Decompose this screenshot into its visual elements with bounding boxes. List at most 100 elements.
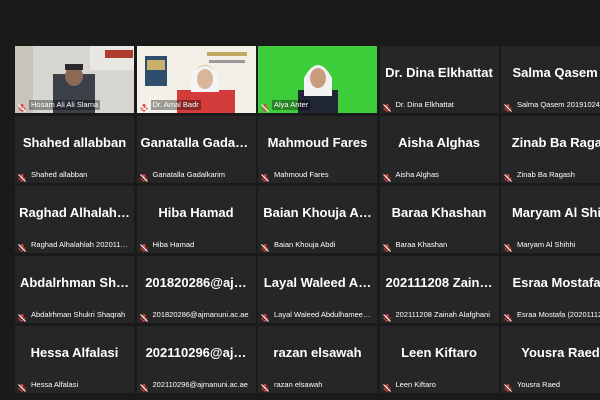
participant-tile[interactable]: Shahed allabban Shahed allabban <box>15 116 134 183</box>
participant-name: razan elsawah <box>273 345 362 360</box>
participant-tile[interactable]: Aisha Alghas Aisha Alghas <box>379 116 499 183</box>
muted-mic-icon <box>382 100 392 112</box>
participant-tile[interactable]: Dr. Amal BadrDr. Amal Badr <box>136 46 256 113</box>
muted-mic-icon <box>17 310 27 322</box>
participant-label: Raghad Alhalahlah 2020110… <box>31 240 132 249</box>
participant-footer: Dr. Amal Badr <box>139 99 254 112</box>
participant-tile[interactable]: razan elsawah razan elsawah <box>258 326 377 393</box>
participant-label: Baian Khouja Abdi <box>274 240 336 249</box>
participant-tile[interactable]: Yousra Raed Yousra Raed <box>501 326 600 393</box>
muted-mic-icon <box>17 240 27 252</box>
muted-mic-icon <box>260 380 270 392</box>
muted-mic-icon <box>503 380 513 392</box>
participant-footer: Leen Kiftaro <box>382 379 497 392</box>
participant-tile[interactable]: 202110296@aj… 202110296@ajmanuni.ac.ae <box>136 326 256 393</box>
muted-mic-icon <box>139 380 149 392</box>
participant-name: Abdalrhman Sh… <box>19 275 130 290</box>
participant-tile[interactable]: Leen Kiftaro Leen Kiftaro <box>379 326 499 393</box>
participant-label: Esraa Mostafa (20201112 <box>517 310 600 319</box>
participant-name: Maryam Al Shih <box>511 205 600 220</box>
participant-name: Salma Qasem 2 <box>512 65 600 80</box>
participant-footer: Ganatalla Gadalkarim <box>139 169 254 182</box>
participant-name: Baraa Khashan <box>391 205 487 220</box>
muted-mic-icon <box>260 100 270 112</box>
participant-tile[interactable]: 202111208 Zain… 202111208 Zainah Alafghan… <box>379 256 499 323</box>
participant-label: Ganatalla Gadalkarim <box>152 170 226 179</box>
participant-footer: Baraa Khashan <box>382 239 497 252</box>
muted-mic-icon <box>260 170 270 182</box>
participant-name: Aisha Alghas <box>398 135 480 150</box>
participant-tile[interactable]: Salma Qasem 2 Salma Qasem 201910243 <box>501 46 600 113</box>
participant-name: Leen Kiftaro <box>401 345 477 360</box>
muted-mic-icon <box>260 240 270 252</box>
participant-label: Aisha Alghas <box>395 170 439 179</box>
participant-footer: 202111208 Zainah Alafghani <box>382 309 497 322</box>
participant-footer: Salma Qasem 201910243 <box>503 99 600 112</box>
participant-tile[interactable]: Raghad Alhalah… Raghad Alhalahlah 2020110… <box>15 186 134 253</box>
participant-footer: Hosam Ali Ali Slama <box>17 99 132 112</box>
muted-mic-icon <box>139 170 149 182</box>
participant-tile[interactable]: Abdalrhman Sh… Abdalrhman Shukri Shaqrah <box>15 256 134 323</box>
participant-tile[interactable]: Alya AnterAlya Anter <box>258 46 377 113</box>
participant-tile[interactable]: 201820286@aj… 201820286@ajmanuni.ac.ae <box>136 256 256 323</box>
participant-label: 202110296@ajmanuni.ac.ae <box>152 380 248 389</box>
participant-label: 202111208 Zainah Alafghani <box>395 310 490 319</box>
participant-tile[interactable]: Baraa Khashan Baraa Khashan <box>379 186 499 253</box>
muted-mic-icon <box>17 380 27 392</box>
participant-label: Salma Qasem 201910243 <box>517 100 600 109</box>
muted-mic-icon <box>382 170 392 182</box>
participant-tile[interactable]: Hiba Hamad Hiba Hamad <box>136 186 256 253</box>
participant-name: Yousra Raed <box>521 345 600 360</box>
participant-tile[interactable]: Baian Khouja A… Baian Khouja Abdi <box>258 186 377 253</box>
participant-footer: Layal Waleed Abdulhameed … <box>260 309 375 322</box>
participant-footer: Hiba Hamad <box>139 239 254 252</box>
muted-mic-icon <box>260 310 270 322</box>
participant-footer: Yousra Raed <box>503 379 600 392</box>
participant-name: Zinab Ba Ragas <box>511 135 600 150</box>
participant-footer: Maryam Al Shihhi <box>503 239 600 252</box>
participant-label: Zinab Ba Ragash <box>517 170 575 179</box>
muted-mic-icon <box>382 240 392 252</box>
participant-tile[interactable]: Zinab Ba Ragas Zinab Ba Ragash <box>501 116 600 183</box>
participant-name: Baian Khouja A… <box>263 205 372 220</box>
participant-tile[interactable]: Ganatalla Gadal… Ganatalla Gadalkarim <box>136 116 256 183</box>
muted-mic-icon <box>503 310 513 322</box>
participant-footer: Abdalrhman Shukri Shaqrah <box>17 309 132 322</box>
participant-name: Dr. Dina Elkhattat <box>385 65 493 80</box>
muted-mic-icon <box>17 170 27 182</box>
muted-mic-icon <box>503 170 513 182</box>
muted-mic-icon <box>17 100 27 112</box>
participant-footer: Esraa Mostafa (20201112 <box>503 309 600 322</box>
participant-label: Dr. Dina Elkhattat <box>395 100 454 109</box>
participant-footer: razan elsawah <box>260 379 375 392</box>
participant-name: 202110296@aj… <box>145 345 247 360</box>
participant-label: 201820286@ajmanuni.ac.ae <box>152 310 249 319</box>
participant-tile[interactable]: Dr. Dina Elkhattat Dr. Dina Elkhattat <box>379 46 499 113</box>
participant-label: Hiba Hamad <box>152 240 195 249</box>
participant-tile[interactable]: Maryam Al Shih Maryam Al Shihhi <box>501 186 600 253</box>
participant-tile[interactable]: Mahmoud Fares Mahmoud Fares <box>258 116 377 183</box>
participant-tile[interactable]: Hessa Alfalasi Hessa Alfalasi <box>15 326 134 393</box>
participant-label: Layal Waleed Abdulhameed … <box>274 310 375 319</box>
participant-tile[interactable]: Layal Waleed A… Layal Waleed Abdulhameed … <box>258 256 377 323</box>
participant-footer: Mahmoud Fares <box>260 169 375 182</box>
participant-label: Shahed allabban <box>31 170 88 179</box>
participant-footer: Raghad Alhalahlah 2020110… <box>17 239 132 252</box>
participant-footer: Alya Anter <box>260 99 375 112</box>
participant-label: Yousra Raed <box>517 380 561 389</box>
participant-label: razan elsawah <box>274 380 323 389</box>
muted-mic-icon <box>503 100 513 112</box>
participant-name: Hessa Alfalasi <box>30 345 119 360</box>
participant-footer: 201820286@ajmanuni.ac.ae <box>139 309 254 322</box>
participant-label: Hessa Alfalasi <box>31 380 79 389</box>
muted-mic-icon <box>139 100 149 112</box>
participant-name: Hiba Hamad <box>158 205 234 220</box>
participant-tile[interactable]: Esraa Mostafa (Esraa Mostafa (20201112 <box>501 256 600 323</box>
participant-label: Maryam Al Shihhi <box>517 240 576 249</box>
participant-label: Alya Anter <box>272 100 311 110</box>
participant-tile[interactable]: Hosam Ali Ali SlamaHosam Ali Ali Slama <box>15 46 134 113</box>
participant-name: Shahed allabban <box>22 135 127 150</box>
participant-label: Abdalrhman Shukri Shaqrah <box>31 310 126 319</box>
participant-name: Raghad Alhalah… <box>19 205 130 220</box>
participant-name: Layal Waleed A… <box>263 275 372 290</box>
